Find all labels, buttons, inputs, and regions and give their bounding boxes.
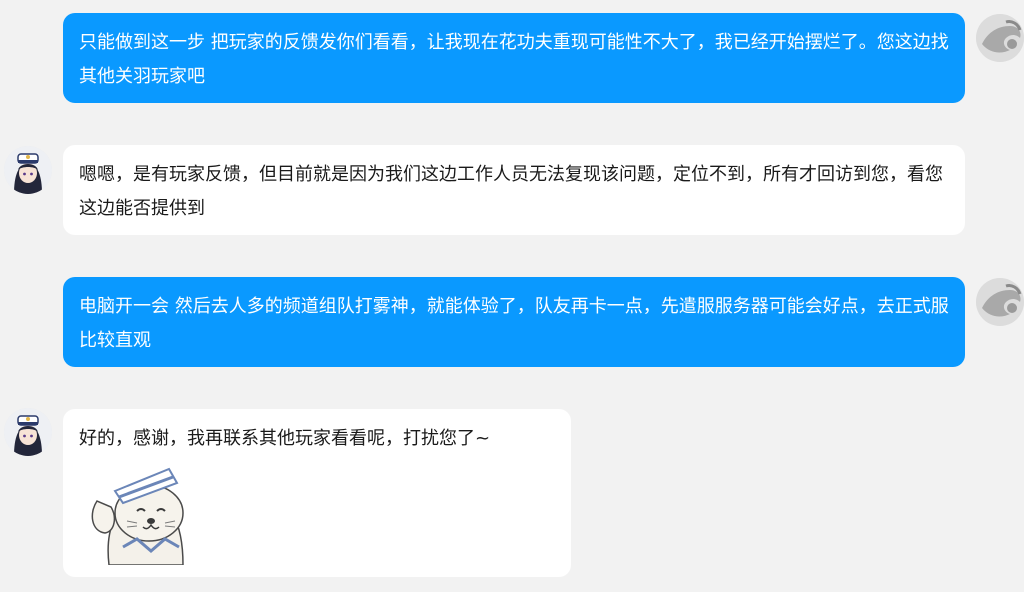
incoming-message-bubble[interactable]: 好的，感谢，我再联系其他玩家看看呢，打扰您了~ [63,409,571,577]
support-avatar[interactable] [4,408,52,456]
support-avatar-image [4,146,52,194]
user-avatar-image [976,14,1024,62]
outgoing-message-bubble[interactable]: 只能做到这一步 把玩家的反馈发你们看看，让我现在花功夫重现可能性不大了，我已经开… [63,13,965,103]
otter-sticker-image [79,461,191,565]
user-avatar[interactable] [976,14,1024,62]
message-text: 只能做到这一步 把玩家的反馈发你们看看，让我现在花功夫重现可能性不大了，我已经开… [79,32,949,87]
chat-window: { "messages": [ { "sender": "self", "tex… [0,0,1024,592]
message-text: 嗯嗯，是有玩家反馈，但目前就是因为我们这边工作人员无法复现该问题，定位不到，所有… [79,164,943,219]
message-text: 好的，感谢，我再联系其他玩家看看呢，打扰您了~ [79,428,491,449]
outgoing-message-bubble[interactable]: 电脑开一会 然后去人多的频道组队打雾神，就能体验了，队友再卡一点，先遣服服务器可… [63,277,965,367]
incoming-message-bubble[interactable]: 嗯嗯，是有玩家反馈，但目前就是因为我们这边工作人员无法复现该问题，定位不到，所有… [63,145,965,235]
user-avatar[interactable] [976,278,1024,326]
support-avatar[interactable] [4,146,52,194]
saluting-otter-sticker[interactable] [79,461,191,565]
message-text: 电脑开一会 然后去人多的频道组队打雾神，就能体验了，队友再卡一点，先遣服服务器可… [79,296,949,351]
support-avatar-image [4,408,52,456]
user-avatar-image [976,278,1024,326]
